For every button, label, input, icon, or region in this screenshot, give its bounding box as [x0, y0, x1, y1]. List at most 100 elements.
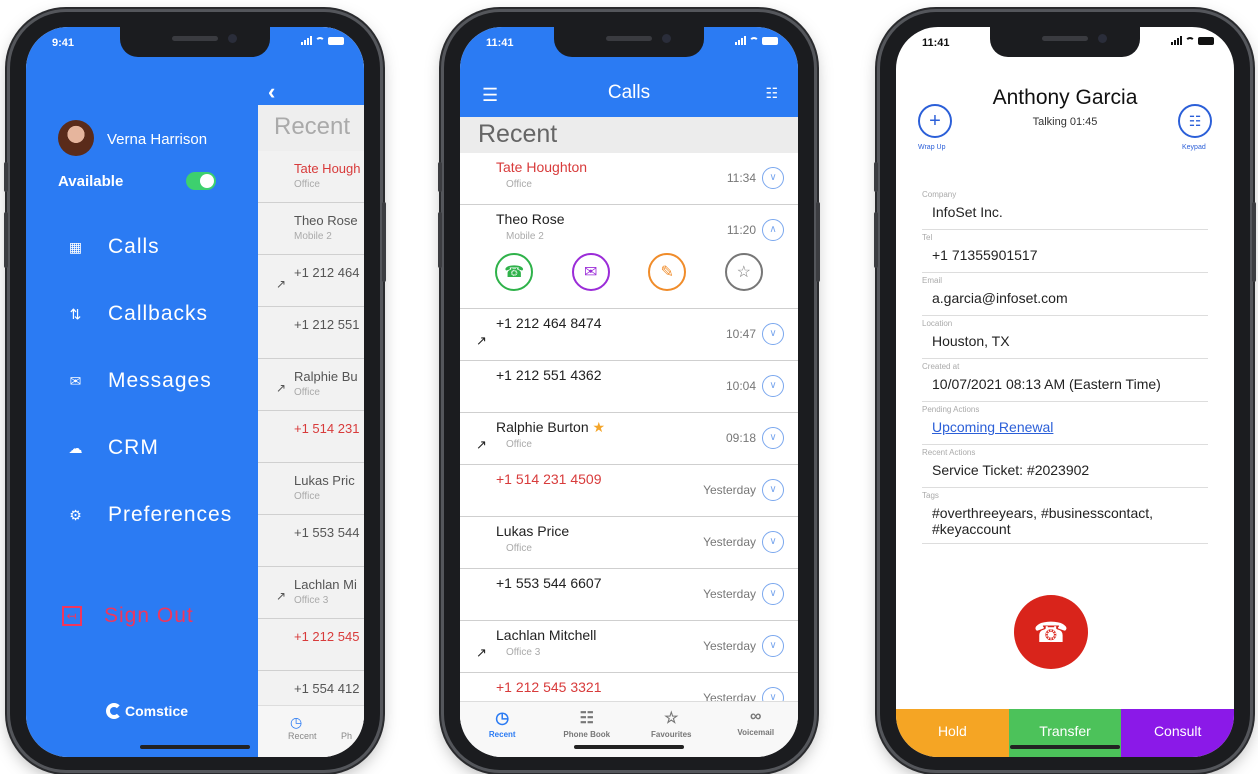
- power-button: [382, 202, 386, 282]
- home-indicator[interactable]: [574, 745, 684, 749]
- call-row[interactable]: +1 212 551 4362 10:04 ∨: [460, 361, 798, 413]
- caller-label: Office: [294, 179, 320, 190]
- note-icon[interactable]: ✎: [648, 253, 687, 291]
- availability-toggle[interactable]: [186, 172, 216, 190]
- list-item[interactable]: Lachlan Mi Office 3 ↗: [258, 567, 364, 619]
- tab-phone-book[interactable]: ☷ Phone Book: [552, 708, 622, 757]
- chevron-down-icon[interactable]: ∨: [762, 531, 784, 553]
- list-item[interactable]: +1 212 551: [258, 307, 364, 359]
- call-icon[interactable]: ☎: [495, 253, 534, 291]
- preferences-icon: ⚙: [69, 506, 83, 523]
- list-item[interactable]: +1 212 464 ↗: [258, 255, 364, 307]
- chevron-up-icon[interactable]: ∧: [762, 219, 784, 241]
- caller-name: +1 212 545 3321: [496, 679, 602, 695]
- menu-item-crm[interactable]: ☁ CRM: [66, 436, 159, 460]
- field-label: Recent Actions: [922, 448, 976, 457]
- sign-out-button[interactable]: ↤ Sign Out: [62, 604, 194, 628]
- call-row[interactable]: Ralphie Burton ★ Office ↗ 09:18 ∨: [460, 413, 798, 465]
- call-row[interactable]: Lachlan Mitchell Office 3 ↗ Yesterday ∨: [460, 621, 798, 673]
- caller-name: Ralphie Bu: [294, 369, 358, 384]
- chevron-down-icon[interactable]: ∨: [762, 635, 784, 657]
- power-button: [1252, 202, 1256, 282]
- tab-recent[interactable]: ◷ Recent: [467, 708, 537, 757]
- caller-name: +1 514 231: [294, 421, 360, 436]
- tab-phone-book[interactable]: Ph: [341, 731, 352, 741]
- field-label: Email: [922, 276, 943, 285]
- chevron-down-icon[interactable]: ∨: [762, 375, 784, 397]
- field-label: Location: [922, 319, 953, 328]
- clock-icon: ◷: [495, 710, 510, 727]
- caller-name: +1 553 544: [294, 525, 360, 540]
- notch: [554, 27, 704, 57]
- crm-field: Location Houston, TX: [922, 316, 1208, 359]
- list-item[interactable]: +1 553 544: [258, 515, 364, 567]
- page-title: Calls: [607, 82, 651, 103]
- home-indicator[interactable]: [1010, 745, 1120, 749]
- list-item[interactable]: Tate Hough Office: [258, 151, 364, 203]
- crm-field: Company InfoSet Inc.: [922, 187, 1208, 230]
- chevron-down-icon[interactable]: ∨: [762, 583, 784, 605]
- calls-icon: ▦: [68, 238, 84, 255]
- keypad-icon[interactable]: ☷: [765, 85, 778, 102]
- caller-name-text: Theo Rose: [496, 211, 565, 227]
- list-item[interactable]: +1 514 231: [258, 411, 364, 463]
- list-item[interactable]: Lukas Pric Office: [258, 463, 364, 515]
- hang-up-button[interactable]: ☎: [1014, 595, 1088, 669]
- call-row[interactable]: +1 553 544 6607 Yesterday ∨: [460, 569, 798, 621]
- volume-up-button: [438, 212, 442, 268]
- crm-field: Email a.garcia@infoset.com: [922, 273, 1208, 316]
- status-time: 9:41: [52, 37, 75, 49]
- tab-voicemail[interactable]: ∞ Voicemail: [721, 708, 791, 757]
- caller-name: Tate Houghton: [496, 159, 587, 175]
- chevron-down-icon[interactable]: ∨: [762, 427, 784, 449]
- favourite-star-icon: ★: [588, 419, 606, 435]
- caller-name-text: +1 514 231 4509: [496, 471, 602, 487]
- list-item[interactable]: Theo Rose Mobile 2: [258, 203, 364, 255]
- favourite-icon[interactable]: ☆: [724, 253, 763, 291]
- list-item[interactable]: +1 212 545: [258, 619, 364, 671]
- call-row[interactable]: +1 212 464 8474 ↗ 10:47 ∨: [460, 309, 798, 361]
- caller-name: Lachlan Mitchell: [496, 627, 596, 643]
- outgoing-call-icon: ↗: [476, 437, 487, 452]
- chevron-down-icon[interactable]: ∨: [762, 323, 784, 345]
- chevron-down-icon[interactable]: ∨: [762, 167, 784, 189]
- hold-button[interactable]: Hold: [896, 709, 1009, 757]
- menu-item-messages[interactable]: ✉ Messages: [66, 369, 212, 393]
- call-row[interactable]: Lukas Price Office Yesterday ∨: [460, 517, 798, 569]
- avatar[interactable]: [58, 120, 94, 156]
- transfer-button[interactable]: Transfer: [1008, 709, 1122, 757]
- menu-item-label: Calls: [108, 235, 160, 258]
- call-row[interactable]: Tate Houghton Office 11:34 ∨: [460, 153, 798, 205]
- list-item[interactable]: Ralphie Bu Office ↗: [258, 359, 364, 411]
- menu-item-label: Preferences: [108, 503, 233, 526]
- message-icon[interactable]: ✉: [571, 253, 610, 291]
- contact-name: Anthony Garcia: [992, 86, 1138, 109]
- crm-field: Pending Actions Upcoming Renewal: [922, 402, 1208, 445]
- caller-name: +1 553 544 6607: [496, 575, 602, 591]
- menu-item-calls[interactable]: ▦ Calls: [66, 235, 160, 259]
- caller-name: +1 212 551 4362: [496, 367, 602, 383]
- call-action-bar: Hold Transfer Consult: [896, 709, 1234, 757]
- phone-calls-list: 11:41 ☰ Calls ☷ Recent Tate Houghton Offi…: [438, 12, 820, 770]
- call-time: 09:18: [725, 431, 756, 445]
- tab-favourites[interactable]: ☆ Favourites: [636, 708, 706, 757]
- call-row[interactable]: +1 514 231 4509 Yesterday ∨: [460, 465, 798, 517]
- outgoing-call-icon: ↗: [476, 645, 487, 660]
- comstice-logo: Comstice: [106, 703, 188, 719]
- pending-action-link[interactable]: Upcoming Renewal: [932, 419, 1053, 435]
- caller-label: Mobile 2: [506, 231, 544, 242]
- clock-icon[interactable]: ◷: [290, 714, 364, 731]
- back-icon[interactable]: ‹: [268, 79, 275, 105]
- menu-item-callbacks[interactable]: ⇅ Callbacks: [66, 302, 208, 326]
- call-time: 10:04: [725, 379, 756, 393]
- tab-label: Favourites: [651, 730, 692, 739]
- call-row[interactable]: Theo Rose Mobile 2 11:20 ∧ ☎ ✉ ✎ ☆: [460, 205, 798, 309]
- consult-button[interactable]: Consult: [1121, 709, 1234, 757]
- chevron-down-icon[interactable]: ∨: [762, 479, 784, 501]
- home-indicator[interactable]: [140, 745, 250, 749]
- tab-recent[interactable]: Recent: [288, 731, 317, 741]
- voicemail-icon: ∞: [750, 708, 762, 725]
- menu-item-preferences[interactable]: ⚙ Preferences: [66, 503, 232, 527]
- status-time: 11:41: [922, 37, 950, 49]
- calls-screen-behind[interactable]: ‹ Recent Tate Hough Office Theo Rose Mobile…: [258, 27, 364, 757]
